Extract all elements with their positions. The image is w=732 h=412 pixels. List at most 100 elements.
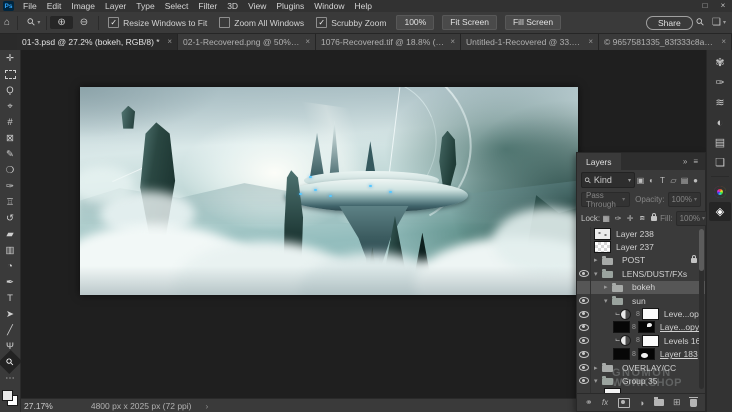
filter-adjustment-icon[interactable]: ◐ <box>646 176 657 185</box>
layer-row[interactable]: ¬ 8 Group 35 <box>577 374 705 388</box>
expand-chevron-icon[interactable] <box>604 297 612 305</box>
filter-smartobject-icon[interactable]: ▤ <box>679 176 690 185</box>
visibility-toggle[interactable] <box>577 227 591 241</box>
layer-row[interactable]: ¬ 8 sun <box>577 293 705 308</box>
layer-row[interactable]: ¬ 8 Layer 183 <box>577 347 705 361</box>
menu-item[interactable]: Select <box>160 0 194 12</box>
menu-item[interactable]: Layer <box>100 0 131 12</box>
adjustment-layer-icon[interactable]: ◑ <box>639 398 644 408</box>
layer-row[interactable]: ¬ 8 Layer 238 <box>577 227 705 241</box>
history-brush-tool[interactable]: ↺ <box>1 210 19 226</box>
restore-window-icon[interactable]: □ <box>696 0 714 12</box>
document-tab[interactable]: 1076-Recovered.tif @ 18.8% (Layer 6... × <box>316 33 461 50</box>
menu-item[interactable]: File <box>18 0 42 12</box>
marquee-tool[interactable] <box>1 66 19 82</box>
home-icon[interactable]: ⌂ <box>0 17 14 28</box>
object-selection-tool[interactable]: ⌖ <box>1 98 19 114</box>
lasso-tool[interactable]: Ϙ <box>1 82 19 98</box>
menu-item[interactable]: Plugins <box>271 0 309 12</box>
fill-field[interactable]: 100% ▾ <box>675 210 710 226</box>
adjustments-panel-icon[interactable]: ◐ <box>709 113 731 132</box>
layer-name[interactable]: LENS/DUST/FXs <box>622 269 705 279</box>
close-window-icon[interactable]: × <box>714 0 732 12</box>
zoom-preset-button[interactable]: Fit Screen <box>442 15 497 30</box>
menu-item[interactable]: Image <box>66 0 100 12</box>
zoom-level-field[interactable]: 27.17% <box>24 401 53 411</box>
layer-name[interactable]: sun <box>632 296 705 306</box>
line-tool[interactable]: ╱ <box>1 322 19 338</box>
document-tab[interactable]: 01-3.psd @ 27.2% (bokeh, RGB/8) * × <box>17 33 178 50</box>
color-swatches[interactable] <box>2 390 18 406</box>
link-layers-icon[interactable]: ⚭ <box>585 397 593 408</box>
visibility-toggle[interactable] <box>577 320 591 335</box>
lock-all-icon[interactable] <box>648 212 660 223</box>
zoom-tool-preset[interactable]: ⚲ ▾ <box>21 16 43 29</box>
visibility-toggle[interactable] <box>577 280 591 294</box>
visibility-toggle[interactable] <box>577 347 591 361</box>
healing-brush-tool[interactable]: ❍ <box>1 162 19 178</box>
close-tab-icon[interactable]: × <box>305 37 310 46</box>
layer-row[interactable]: ¬ 8 Layer 237 <box>577 240 705 254</box>
layer-name[interactable]: POST <box>622 255 691 265</box>
lock-pixels-icon[interactable]: ✑ <box>612 214 624 223</box>
expand-chevron-icon[interactable] <box>594 256 602 264</box>
document-tab[interactable]: 02-1-Recovered.png @ 50% (RGB/... × <box>178 33 316 50</box>
status-options-chevron-icon[interactable]: › <box>206 401 209 411</box>
properties-panel-icon[interactable]: ≋ <box>709 93 731 112</box>
document-tab[interactable]: Untitled-1-Recovered @ 33.3% (Laye... × <box>461 33 599 50</box>
layers-dock-icon[interactable]: ◈ <box>709 202 731 221</box>
zoom-in-button[interactable]: ⊕ <box>50 16 73 29</box>
close-tab-icon[interactable]: × <box>721 37 726 46</box>
options-checkbox[interactable]: ✓ Resize Windows to Fit <box>108 17 207 28</box>
visibility-toggle[interactable] <box>577 387 591 393</box>
layer-name[interactable]: Layer 237 <box>616 242 705 252</box>
layer-row[interactable]: ¬ 8 Laye...opy <box>577 320 705 335</box>
zoom-out-button[interactable]: ⊖ <box>73 16 95 29</box>
expand-chevron-icon[interactable] <box>594 377 602 385</box>
brush-settings-icon[interactable]: ✑ <box>709 73 731 92</box>
visibility-toggle[interactable] <box>577 334 591 348</box>
layer-name[interactable]: Group 35 <box>622 376 705 386</box>
opacity-field[interactable]: 100% ▾ <box>667 192 701 207</box>
clone-stamp-tool[interactable]: ♖ <box>1 194 19 210</box>
menu-item[interactable]: Filter <box>193 0 222 12</box>
layer-name[interactable]: Layer 238 <box>616 229 705 239</box>
visibility-toggle[interactable] <box>577 307 591 321</box>
color-wheel-icon[interactable] <box>709 182 731 201</box>
panel-menu-icon[interactable]: ≡ <box>690 157 701 166</box>
layer-thumbnail[interactable] <box>613 348 630 361</box>
foreground-color-swatch[interactable] <box>2 390 13 401</box>
path-selection-tool[interactable]: ➤ <box>1 306 19 322</box>
visibility-toggle[interactable] <box>577 374 591 388</box>
blend-mode-select[interactable]: Pass Through ▾ <box>581 191 631 209</box>
visibility-toggle[interactable] <box>577 240 591 254</box>
menu-item[interactable]: 3D <box>222 0 243 12</box>
search-icon[interactable]: ⚲ <box>691 13 710 32</box>
filter-toggle-icon[interactable]: ● <box>690 176 701 185</box>
mask-thumbnail[interactable] <box>641 334 659 347</box>
libraries-panel-icon[interactable]: ▤ <box>709 133 731 152</box>
menu-item[interactable]: View <box>243 0 271 12</box>
layer-row[interactable]: ¬ 8 <box>577 387 705 393</box>
layers-scrollbar-thumb[interactable] <box>699 229 704 271</box>
layer-row[interactable]: ¬ 8 OVERLAY/CC <box>577 360 705 375</box>
document-tab[interactable]: © 9657581335_83f333c8a4_o.jpg @... × <box>599 33 732 50</box>
lock-transparency-icon[interactable]: ▦ <box>600 214 612 223</box>
layer-thumbnail[interactable] <box>613 321 630 334</box>
color-panel-icon[interactable]: ✾ <box>709 53 731 72</box>
frame-tool[interactable]: ⊠ <box>1 130 19 146</box>
layer-mask-icon[interactable] <box>617 397 630 408</box>
lock-artboard-icon[interactable]: ⧈ <box>636 213 648 223</box>
new-layer-icon[interactable]: ⊞ <box>673 397 681 408</box>
filter-shape-icon[interactable]: ▱ <box>668 176 679 185</box>
layer-row[interactable]: ¬ 8 bokeh <box>577 280 705 294</box>
menu-item[interactable]: Type <box>131 0 159 12</box>
filter-type-icon[interactable]: T <box>657 176 668 185</box>
clone-source-icon[interactable]: ❏ <box>709 153 731 172</box>
lock-position-icon[interactable]: ✛ <box>624 214 636 223</box>
filter-pixel-icon[interactable]: ▣ <box>635 176 646 185</box>
layer-name[interactable]: bokeh <box>632 282 705 292</box>
pen-tool[interactable]: ✒ <box>1 274 19 290</box>
menu-item[interactable]: Window <box>309 0 349 12</box>
menu-item[interactable]: Edit <box>42 0 67 12</box>
